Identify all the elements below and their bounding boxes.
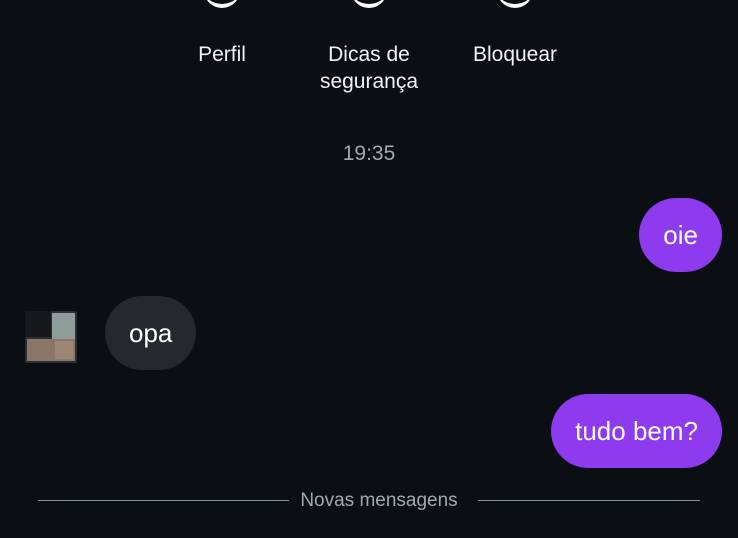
outgoing-message-bubble[interactable]: oie	[639, 198, 722, 272]
security-tips-icon	[351, 0, 387, 8]
security-tips-action-label: Dicas de segurança	[319, 43, 419, 93]
profile-icon	[204, 0, 240, 8]
new-messages-label: Novas mensagens	[300, 490, 458, 511]
new-messages-divider: Novas mensagens	[38, 488, 700, 516]
message-timestamp: 19:35	[342, 142, 396, 165]
chat-screen: Perfil Dicas de segurança Bloquear 19:35…	[0, 0, 738, 538]
profile-action-label: Perfil	[198, 43, 246, 66]
block-icon	[497, 0, 533, 8]
divider-line	[38, 500, 289, 501]
incoming-message-bubble[interactable]: opa	[105, 296, 197, 370]
block-action-label: Bloquear	[472, 43, 558, 66]
divider-line	[478, 500, 700, 501]
contact-avatar[interactable]	[25, 311, 77, 363]
outgoing-message-bubble[interactable]: tudo bem?	[551, 394, 722, 468]
